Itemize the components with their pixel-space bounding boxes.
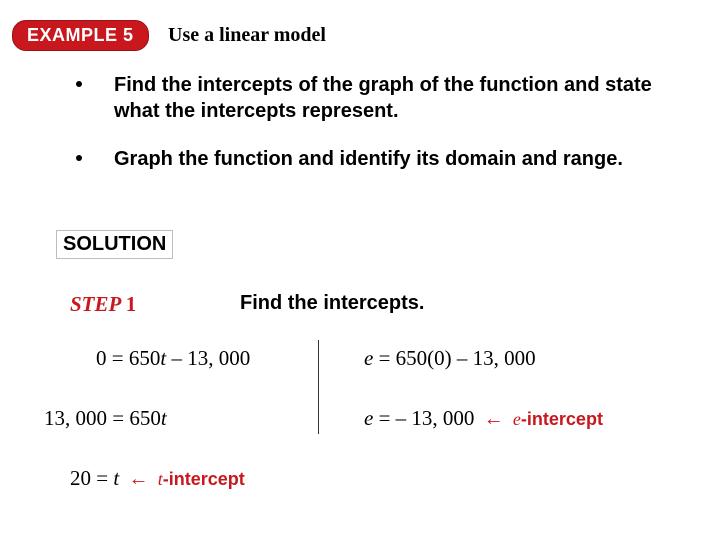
eq-left-2: 13, 000 = 650t: [44, 406, 167, 431]
bullet-dot-icon: [76, 155, 82, 161]
bullets: Find the intercepts of the graph of the …: [76, 72, 690, 194]
eq-right-1: e = 650(0) – 13, 000: [364, 346, 536, 371]
bullet-2: Graph the function and identify its doma…: [76, 146, 690, 172]
bullet-1-text: Find the intercepts of the graph of the …: [114, 72, 690, 124]
example-badge: EXAMPLE 5: [12, 20, 149, 51]
divider-line: [318, 340, 319, 434]
eq-text: 13, 000 = 650: [44, 406, 161, 430]
bullet-dot-icon: [76, 81, 82, 87]
step-word: STEP: [70, 292, 121, 316]
eq-text: 0 = 650: [96, 346, 160, 370]
eq-text: = – 13, 000: [373, 406, 474, 430]
example-badge-text: EXAMPLE 5: [12, 20, 149, 51]
eq-var: e: [513, 409, 521, 429]
eq-var: e: [364, 406, 373, 430]
eq-right-2: e = – 13, 000 ← e-intercept: [364, 406, 603, 431]
eq-var: t: [161, 406, 167, 430]
slide-title: Use a linear model: [168, 24, 326, 47]
eq-text: -intercept: [521, 409, 603, 429]
arrow-left-icon: ←: [128, 468, 148, 490]
step-instruction: Find the intercepts.: [240, 292, 424, 315]
e-intercept-label: e-intercept: [513, 409, 603, 429]
step-number: 1: [126, 292, 137, 316]
bullet-2-text: Graph the function and identify its doma…: [114, 146, 623, 172]
arrow-left-icon: ←: [484, 408, 504, 430]
bullet-1: Find the intercepts of the graph of the …: [76, 72, 690, 124]
eq-left-3: 20 = t ← t-intercept: [70, 466, 245, 491]
eq-left-1: 0 = 650t – 13, 000: [96, 346, 250, 371]
eq-var: t: [113, 466, 119, 490]
solution-heading: SOLUTION: [56, 230, 173, 259]
step-label: STEP 1: [70, 292, 136, 317]
eq-text: = 650(0) – 13, 000: [373, 346, 535, 370]
eq-text: 20 =: [70, 466, 113, 490]
t-intercept-label: t-intercept: [158, 469, 245, 489]
eq-text: – 13, 000: [166, 346, 250, 370]
eq-var: e: [364, 346, 373, 370]
eq-text: -intercept: [163, 469, 245, 489]
